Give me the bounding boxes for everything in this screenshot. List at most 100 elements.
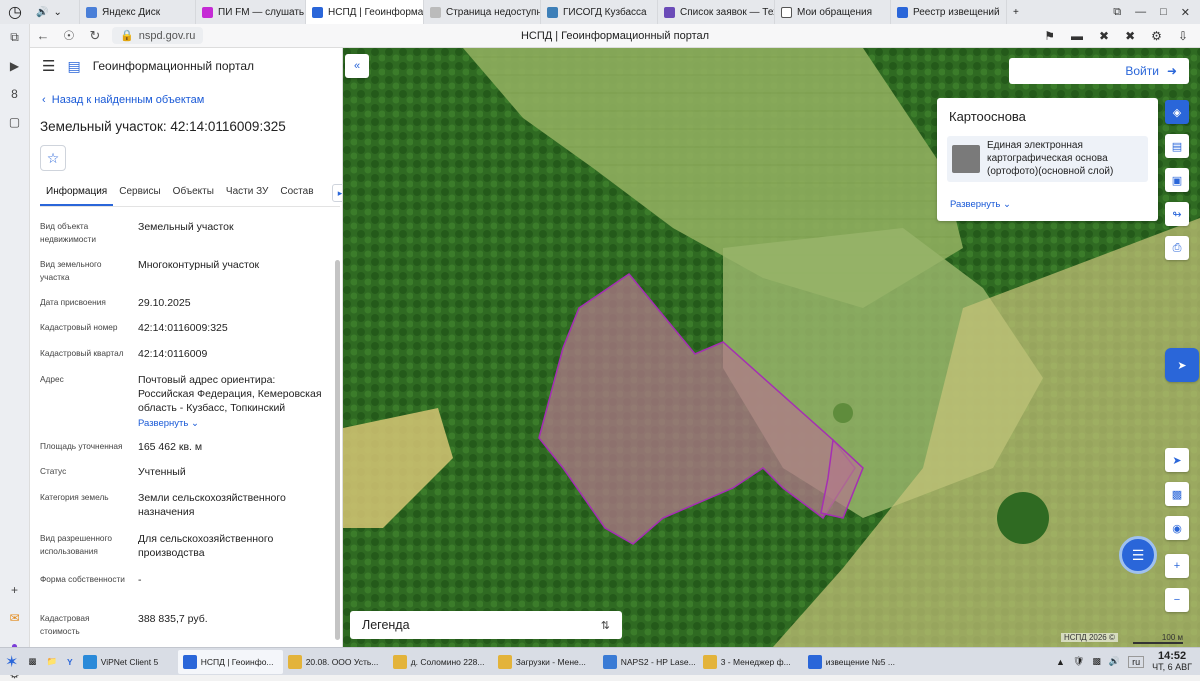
profile-icon[interactable]: ☉ (56, 28, 82, 44)
location-arrow-icon: ➤ (1172, 454, 1182, 467)
language-indicator[interactable]: ru (1128, 655, 1145, 668)
minimap-button[interactable]: ▩ (1165, 482, 1189, 506)
basemap-layer-item[interactable]: Единая электронная картографическая осно… (947, 136, 1148, 182)
chat-button[interactable]: ☰ (1119, 536, 1157, 574)
tab-composition[interactable]: Состав (274, 183, 319, 206)
ruler-button[interactable]: ▤ (1165, 134, 1189, 158)
play-icon[interactable]: ▶ (10, 59, 19, 73)
object-tabs: Информация Сервисы Объекты Части ЗУ Сост… (40, 183, 342, 207)
extension-icon[interactable]: ✖ (1125, 29, 1135, 43)
chat-icon: ☰ (1131, 546, 1145, 563)
copy-icon[interactable]: ⧉ (10, 30, 19, 45)
mail-icon[interactable]: ✉ (9, 611, 19, 625)
folder-icon (702, 654, 717, 669)
url-field[interactable]: 🔒 nspd.gov.ru (112, 27, 204, 44)
network-icon[interactable]: ▲ (1056, 657, 1065, 667)
zoom-in-button[interactable]: + (1165, 554, 1189, 578)
tab-parts[interactable]: Части ЗУ (220, 183, 274, 206)
quick-launch-desktop[interactable]: ▩ (23, 650, 41, 674)
tab-yandex-disk[interactable]: Яндекс Диск (80, 0, 196, 24)
tab-services[interactable]: Сервисы (113, 183, 166, 206)
taskbar-item[interactable]: 20.08. ООО Усть... (283, 650, 388, 674)
address-bar: ← ☉ ↻ 🔒 nspd.gov.ru НСПД | Геоинформацион… (30, 24, 1200, 48)
expand-address-link[interactable]: Развернуть ⌄ (138, 417, 333, 431)
street-view-button[interactable]: ◉ (1165, 516, 1189, 540)
lock-icon: 🔒 (120, 30, 134, 42)
browser-tab-bar: ◷ 🔊⌄ Яндекс Диск ПИ FM — слушать✕ НСПД |… (0, 0, 1200, 24)
taskbar-item[interactable]: NAPS2 - HP Lase... (598, 650, 698, 674)
layers-button[interactable]: ◈ (1165, 100, 1189, 124)
taskbar-item[interactable]: 3 - Менеджер ф... (698, 650, 803, 674)
tab-nspd[interactable]: НСПД | Геоинформа✕ (306, 0, 424, 24)
login-button[interactable]: Войти ➜ (1009, 58, 1189, 84)
services-button[interactable]: ➤ (1165, 348, 1199, 382)
page-title: НСПД | Геоинформационный портал (520, 29, 710, 42)
plus-icon: + (1173, 560, 1181, 572)
extension-icon[interactable]: ▬ (1071, 29, 1083, 43)
history-icon[interactable]: ◷ (0, 0, 30, 24)
download-icon[interactable]: ⇩ (1178, 29, 1188, 43)
security-icon[interactable]: 🛡 (1073, 656, 1084, 667)
tab-information[interactable]: Информация (40, 183, 114, 206)
new-tab-button[interactable]: + (1007, 0, 1031, 24)
extension-icon[interactable]: ⚙ (1151, 29, 1162, 43)
geolocation-button[interactable]: ➤ (1165, 448, 1189, 472)
taskbar-item[interactable]: НСПД | Геоинфо... (177, 649, 283, 674)
favorite-button[interactable]: ☆ (40, 145, 66, 171)
clock[interactable]: 14:52 ЧТ, 6 АВГ (1152, 650, 1192, 673)
tab-favicon-icon (430, 6, 441, 18)
menu-icon[interactable]: ☰ (42, 57, 55, 75)
taskbar-item[interactable]: извещение №5 ... (803, 650, 903, 674)
folder-icon: 📁 (46, 656, 58, 666)
print-button[interactable]: ⎙ (1165, 236, 1189, 260)
tab-appeals[interactable]: Мои обращения (775, 0, 891, 24)
folder-icon (392, 654, 407, 669)
tab-unavailable[interactable]: Страница недоступна (424, 0, 541, 24)
minus-icon: − (1173, 594, 1181, 606)
number-8-icon[interactable]: 8 (11, 87, 18, 101)
tab-gisogd[interactable]: ГИСОГД Кузбасса (541, 0, 658, 24)
select-area-button[interactable]: ▣ (1165, 168, 1189, 192)
bookmarks-icon[interactable]: ⧉ (1113, 6, 1121, 19)
collapse-panel-button[interactable]: « (345, 54, 369, 78)
tab-favicon-icon (86, 6, 97, 18)
quick-launch-browser[interactable]: Y (62, 650, 78, 674)
start-menu-button[interactable]: ✶ (0, 650, 23, 674)
basemap-expand-link[interactable]: Развернуть ⌄ (950, 199, 1011, 210)
map-view[interactable]: « Войти ➜ Картооснова Единая электронная … (343, 48, 1200, 647)
volume-icon[interactable]: 🔊 (1109, 656, 1120, 667)
tabs-scroll-right-icon[interactable]: ▸ (332, 184, 342, 202)
maximize-icon[interactable]: □ (1160, 6, 1167, 19)
screen-icon[interactable]: ▢ (9, 115, 20, 129)
extension-icon[interactable]: ✖ (1099, 29, 1109, 43)
scanner-icon (602, 654, 617, 669)
ruler-icon: ▤ (1171, 140, 1183, 153)
tab-radio[interactable]: ПИ FM — слушать✕ (196, 0, 306, 24)
tab-media-control[interactable]: 🔊 ⌄ (30, 0, 80, 24)
legend-panel[interactable]: Легенда ⇅ (350, 611, 622, 639)
taskbar-item[interactable]: ViPNet Client 5 (78, 650, 178, 674)
portal-header: ☰ ▤ Геоинформационный портал (30, 48, 342, 84)
taskbar-item[interactable]: д. Соломино 228... (388, 650, 493, 674)
tab-objects[interactable]: Объекты (167, 183, 220, 206)
tab-requests[interactable]: Список заявок — Техно (658, 0, 775, 24)
panel-scrollbar[interactable] (335, 260, 340, 640)
star-icon: ☆ (46, 149, 60, 166)
close-window-icon[interactable]: ✕ (1181, 6, 1190, 19)
document-icon (807, 654, 822, 669)
taskbar-item[interactable]: Загрузки - Мене... (493, 650, 598, 674)
add-icon[interactable]: + (11, 583, 18, 597)
minimize-icon[interactable]: — (1135, 6, 1146, 19)
bookmark-icon[interactable]: ⚑ (1044, 29, 1055, 43)
share-button[interactable]: ↬ (1165, 202, 1189, 226)
back-to-results-link[interactable]: ‹ Назад к найденным объектам (42, 94, 204, 106)
back-arrow-icon[interactable]: ← (30, 28, 56, 43)
monitor-icon[interactable]: ▩ (1092, 656, 1101, 667)
toolbar-icons: ⚑ ▬ ✖ ✖ ⚙ ⇩ (1044, 29, 1200, 43)
quick-launch-files[interactable]: 📁 (41, 650, 62, 674)
reload-icon[interactable]: ↻ (82, 28, 108, 44)
zoom-out-button[interactable]: − (1165, 588, 1189, 612)
desktop-icon: ▩ (28, 656, 37, 666)
tab-notices[interactable]: Реестр извещений (891, 0, 1007, 24)
plus-icon: + (1013, 6, 1019, 18)
